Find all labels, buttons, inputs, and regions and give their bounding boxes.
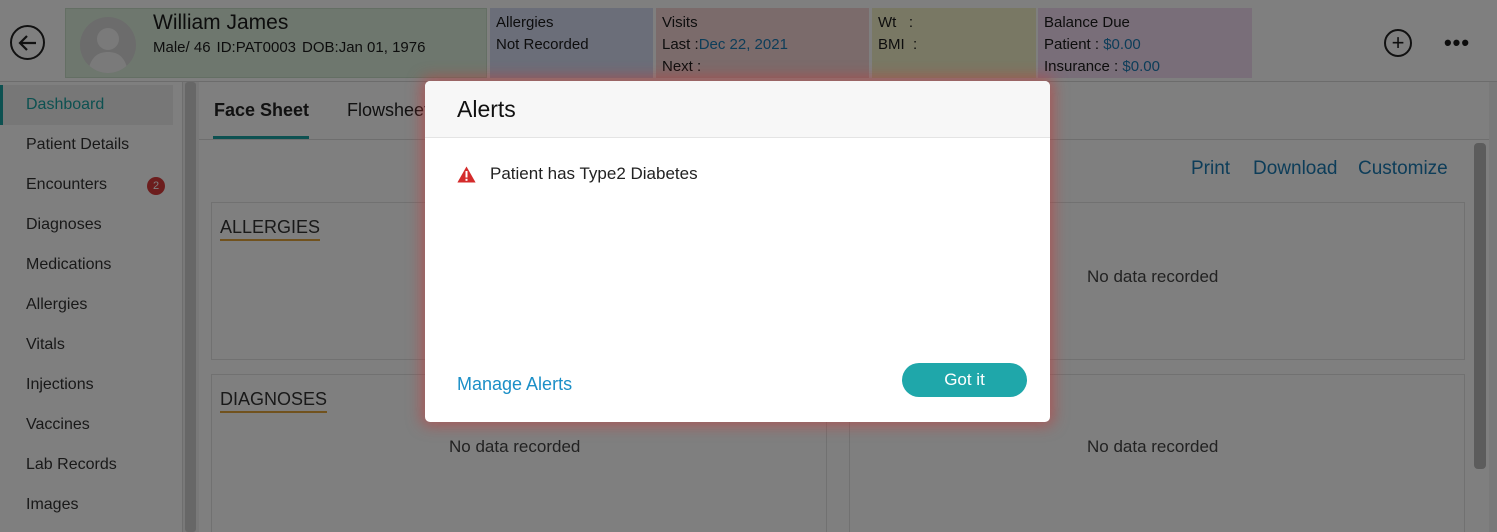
alert-item: Patient has Type2 Diabetes bbox=[457, 164, 698, 184]
alerts-modal: Alerts Patient has Type2 Diabetes Manage… bbox=[425, 81, 1050, 422]
modal-title: Alerts bbox=[457, 95, 516, 122]
warning-icon bbox=[457, 166, 476, 182]
manage-alerts-link[interactable]: Manage Alerts bbox=[457, 374, 572, 395]
got-it-button[interactable]: Got it bbox=[902, 363, 1027, 397]
modal-header: Alerts bbox=[425, 81, 1050, 138]
alert-text: Patient has Type2 Diabetes bbox=[490, 164, 698, 183]
